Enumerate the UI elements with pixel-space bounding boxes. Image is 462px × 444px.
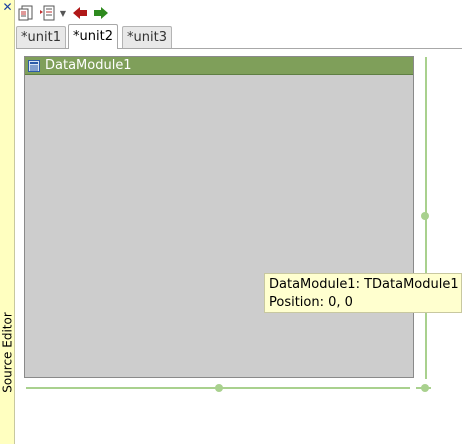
editor-tabbar: *unit1 *unit2 *unit3 <box>16 24 462 49</box>
source-editor-dock: ✕ Source Editor <box>0 0 15 444</box>
chevron-down-icon[interactable]: ▼ <box>58 3 68 23</box>
resize-handle-corner[interactable] <box>421 384 429 392</box>
guide-gap <box>410 385 416 391</box>
design-surface: DataModule1 <box>16 49 462 444</box>
resize-handle-bottom[interactable] <box>215 384 223 392</box>
editor-toolbar: ▼ <box>16 2 112 24</box>
jump-forward-button[interactable] <box>91 3 111 23</box>
resize-handle-right[interactable] <box>421 212 429 220</box>
tooltip-line-class: DataModule1: TDataModule1 <box>269 277 459 292</box>
tab-unit2[interactable]: *unit2 <box>68 24 118 49</box>
toggle-form-unit-button[interactable] <box>16 3 36 23</box>
jump-history-icon <box>40 5 55 21</box>
tooltip-line-position: Position: 0, 0 <box>269 295 353 310</box>
jump-forward-icon <box>94 7 108 19</box>
designer-tooltip: DataModule1: TDataModule1 Position: 0, 0 <box>264 273 462 313</box>
jump-back-icon <box>73 7 87 19</box>
tab-unit1[interactable]: *unit1 <box>16 26 66 48</box>
jump-back-button[interactable] <box>70 3 90 23</box>
jump-history-button[interactable] <box>37 3 57 23</box>
resize-guide-right <box>425 57 427 389</box>
data-module-form[interactable]: DataModule1 <box>24 56 414 378</box>
data-module-titlebar[interactable]: DataModule1 <box>25 57 413 75</box>
dock-title: Source Editor <box>0 312 15 393</box>
tab-unit3[interactable]: *unit3 <box>122 26 172 48</box>
toggle-form-unit-icon <box>18 5 33 21</box>
data-module-name: DataModule1 <box>45 58 132 73</box>
data-module-icon <box>28 60 40 72</box>
close-icon[interactable]: ✕ <box>1 1 14 14</box>
resize-guide-bottom <box>26 387 431 389</box>
